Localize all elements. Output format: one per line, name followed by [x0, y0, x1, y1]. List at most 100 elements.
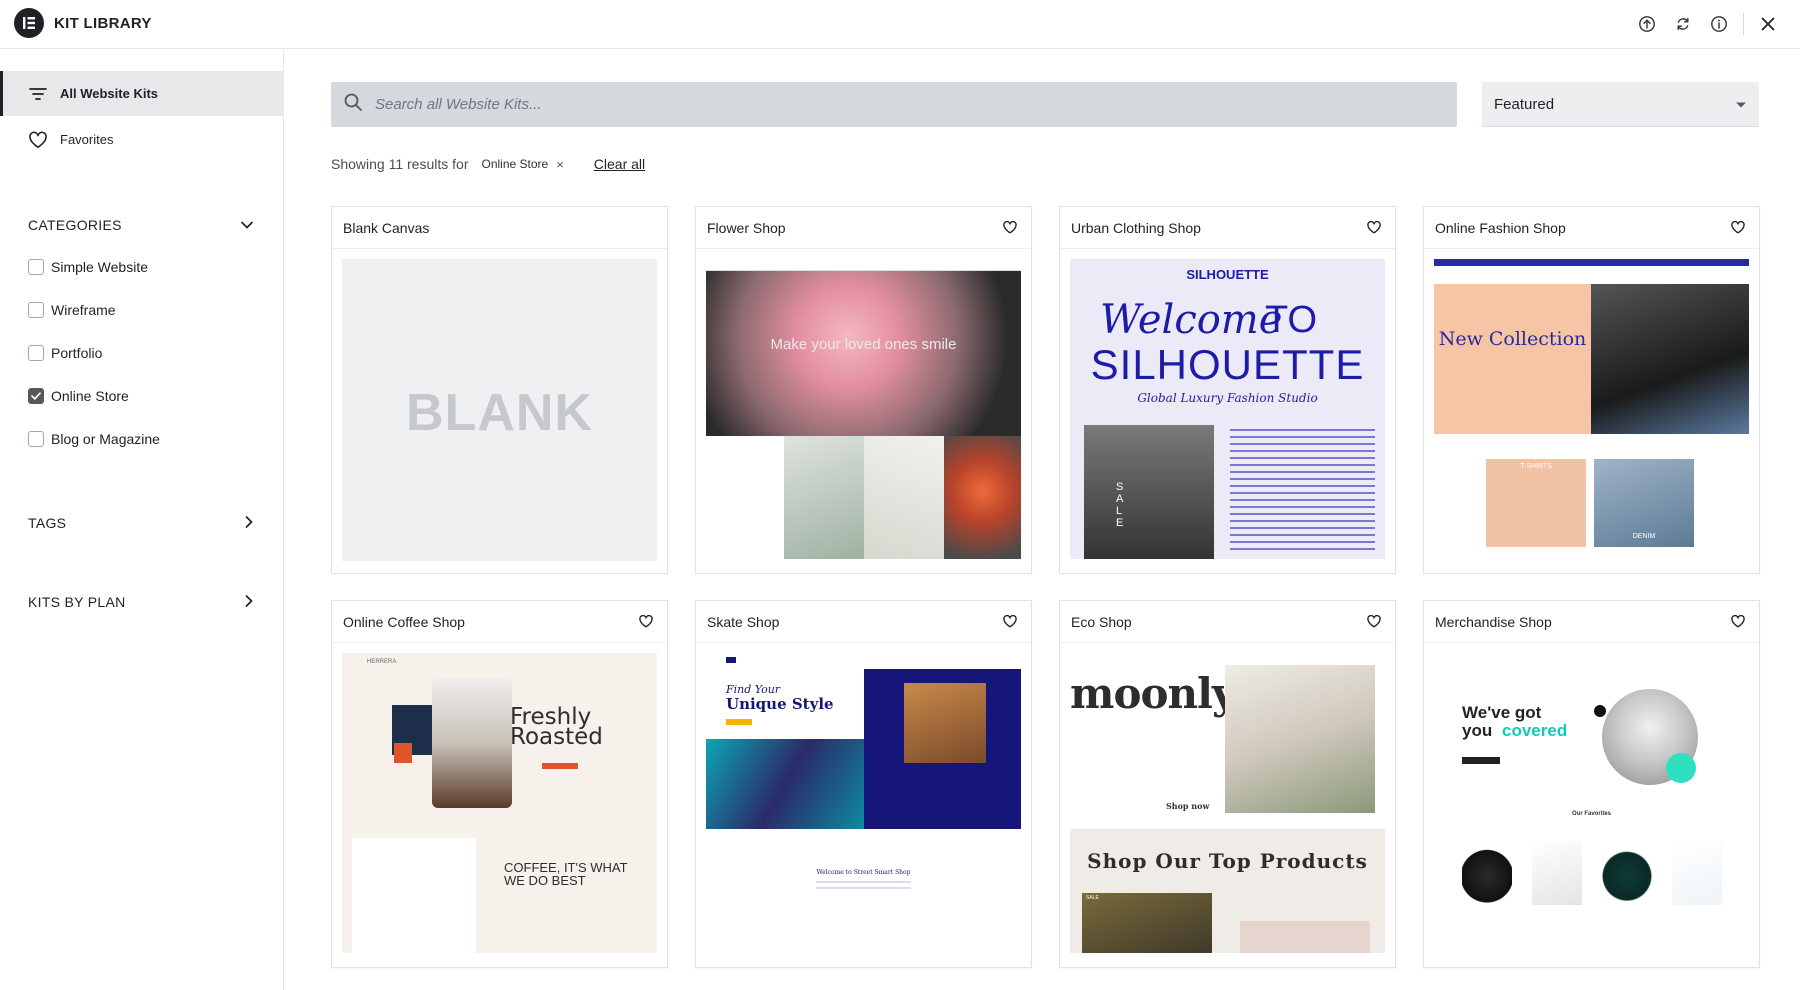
kit-card-skate-shop[interactable]: Skate Shop Find Your Unique Style Welcom…: [695, 600, 1032, 968]
kit-card-eco-shop[interactable]: Eco Shop moonly Shop now Shop Our Top Pr…: [1059, 600, 1396, 968]
preview-hero-a: We've got: [1462, 703, 1542, 722]
category-label: Online Store: [51, 388, 129, 404]
categories-toggle[interactable]: CATEGORIES: [28, 213, 254, 237]
sidebar: All Website Kits Favorites CATEGORIES Si…: [0, 50, 284, 990]
card-title: Eco Shop: [1071, 613, 1132, 630]
heart-icon: [28, 130, 48, 150]
kit-preview[interactable]: moonly Shop now Shop Our Top Products SA…: [1070, 653, 1385, 953]
tags-toggle[interactable]: TAGS: [28, 511, 254, 535]
results-text: Showing 11 results for: [331, 156, 469, 172]
preview-hero-b: you: [1462, 721, 1493, 740]
preview-brand: SILHOUETTE: [1186, 267, 1269, 282]
kit-card-online-coffee-shop[interactable]: Online Coffee Shop HERRERA Freshly Roast…: [331, 600, 668, 968]
favorite-heart-icon[interactable]: [636, 612, 656, 632]
card-title: Online Coffee Shop: [343, 613, 465, 630]
preview-tagline: Global Luxury Fashion Studio: [1137, 391, 1318, 405]
card-header: Skate Shop: [696, 601, 1031, 643]
search-input[interactable]: [375, 96, 1435, 113]
kit-preview[interactable]: Make your loved ones smile: [706, 259, 1021, 559]
sort-select[interactable]: Featured: [1482, 82, 1759, 127]
favorite-heart-icon[interactable]: [1000, 218, 1020, 238]
preview-hero-text: New Collection: [1438, 328, 1587, 350]
preview-text: BLANK: [406, 384, 593, 442]
checkbox[interactable]: [28, 431, 44, 447]
kit-preview[interactable]: BLANK: [342, 259, 657, 561]
preview-favorites: Our Favorites: [1571, 811, 1611, 817]
card-title: Merchandise Shop: [1435, 613, 1552, 630]
preview-brand: moonly: [1070, 669, 1236, 718]
favorite-heart-icon[interactable]: [1364, 218, 1384, 238]
preview-hero-text: Unique Style: [726, 695, 834, 713]
sidebar-item-label: Favorites: [60, 132, 114, 147]
kit-preview[interactable]: We've got you covered Our Favorites: [1434, 653, 1749, 953]
card-header: Merchandise Shop: [1424, 601, 1759, 643]
category-online-store[interactable]: Online Store: [28, 385, 129, 407]
search-bar: [331, 82, 1457, 127]
checkbox[interactable]: [28, 302, 44, 318]
preview-welcome: Welcome: [1100, 297, 1283, 343]
kit-card-blank-canvas[interactable]: Blank Canvas BLANK: [331, 206, 668, 574]
preview-sale: SALE: [1116, 481, 1124, 529]
checkbox[interactable]: [28, 345, 44, 361]
preview-shop-now: Shop now: [1166, 801, 1210, 811]
categories-header: CATEGORIES: [28, 217, 122, 233]
close-icon[interactable]: [1750, 10, 1786, 38]
info-icon[interactable]: [1701, 10, 1737, 38]
category-label: Wireframe: [51, 302, 116, 318]
kit-card-online-fashion-shop[interactable]: Online Fashion Shop New Collection T-SHI…: [1423, 206, 1760, 574]
preview-hero-text: Freshly Roasted: [510, 704, 603, 750]
filter-chip: Online Store ×: [481, 157, 563, 172]
card-title: Skate Shop: [707, 613, 780, 630]
kit-library-app: KIT LIBRARY All Website Kits Favorites C…: [0, 0, 1800, 990]
sort-selected-value: Featured: [1494, 95, 1555, 113]
preview-subtext: COFFEE, IT'S WHAT WE DO BEST: [504, 860, 628, 888]
category-label: Portfolio: [51, 345, 103, 361]
kit-card-flower-shop[interactable]: Flower Shop Make your loved ones smile: [695, 206, 1032, 574]
kit-preview[interactable]: HERRERA Freshly Roasted COFFEE, IT'S WHA…: [342, 653, 657, 953]
kit-preview[interactable]: Find Your Unique Style Welcome to Street…: [706, 653, 1021, 953]
favorite-heart-icon[interactable]: [1728, 612, 1748, 632]
sidebar-item-all-website-kits[interactable]: All Website Kits: [0, 71, 283, 116]
app-title: KIT LIBRARY: [54, 15, 152, 32]
category-portfolio[interactable]: Portfolio: [28, 342, 102, 364]
favorite-heart-icon[interactable]: [1728, 218, 1748, 238]
card-title: Flower Shop: [707, 219, 786, 236]
card-header: Flower Shop: [696, 207, 1031, 249]
favorite-heart-icon[interactable]: [1000, 612, 1020, 632]
checkbox-checked[interactable]: [28, 388, 44, 404]
preview-hero-text: Make your loved ones smile: [770, 336, 957, 353]
kits-by-plan-header: KITS BY PLAN: [28, 594, 126, 610]
preview-products-title: Shop Our Top Products: [1087, 849, 1368, 873]
category-wireframe[interactable]: Wireframe: [28, 299, 116, 321]
card-header: Online Coffee Shop: [332, 601, 667, 643]
tags-header: TAGS: [28, 515, 67, 531]
preview-tshirts: T-SHIRTS: [1520, 463, 1552, 470]
kit-card-urban-clothing-shop[interactable]: Urban Clothing Shop SILHOUETTE Welcome T…: [1059, 206, 1396, 574]
category-label: Blog or Magazine: [51, 431, 160, 447]
kit-card-merchandise-shop[interactable]: Merchandise Shop We've got you covered O…: [1423, 600, 1760, 968]
checkbox[interactable]: [28, 259, 44, 275]
header-divider: [1743, 13, 1744, 35]
top-bar: KIT LIBRARY: [0, 0, 1800, 49]
kits-by-plan-toggle[interactable]: KITS BY PLAN: [28, 590, 254, 614]
kit-preview[interactable]: SILHOUETTE Welcome TO SILHOUETTE Global …: [1070, 259, 1385, 559]
category-blog-or-magazine[interactable]: Blog or Magazine: [28, 428, 160, 450]
check-icon: [31, 392, 41, 400]
category-label: Simple Website: [51, 259, 149, 275]
results-summary: Showing 11 results for Online Store × Cl…: [331, 153, 645, 175]
clear-all-link[interactable]: Clear all: [594, 156, 645, 172]
kit-preview[interactable]: New Collection T-SHIRTS DENIM: [1434, 259, 1749, 559]
filter-chip-label: Online Store: [481, 157, 549, 171]
remove-filter-icon[interactable]: ×: [556, 157, 564, 172]
sync-icon[interactable]: [1665, 10, 1701, 38]
upload-icon[interactable]: [1629, 10, 1665, 38]
favorite-heart-icon[interactable]: [1364, 612, 1384, 632]
preview-welcome: Welcome to Street Smart Shop: [816, 869, 911, 876]
card-title: Online Fashion Shop: [1435, 219, 1566, 236]
sidebar-item-favorites[interactable]: Favorites: [0, 117, 283, 162]
preview-sale: SALE: [1086, 895, 1099, 901]
search-icon: [343, 92, 363, 117]
card-header: Blank Canvas: [332, 207, 667, 249]
chevron-right-icon: [244, 594, 254, 611]
category-simple-website[interactable]: Simple Website: [28, 256, 148, 278]
